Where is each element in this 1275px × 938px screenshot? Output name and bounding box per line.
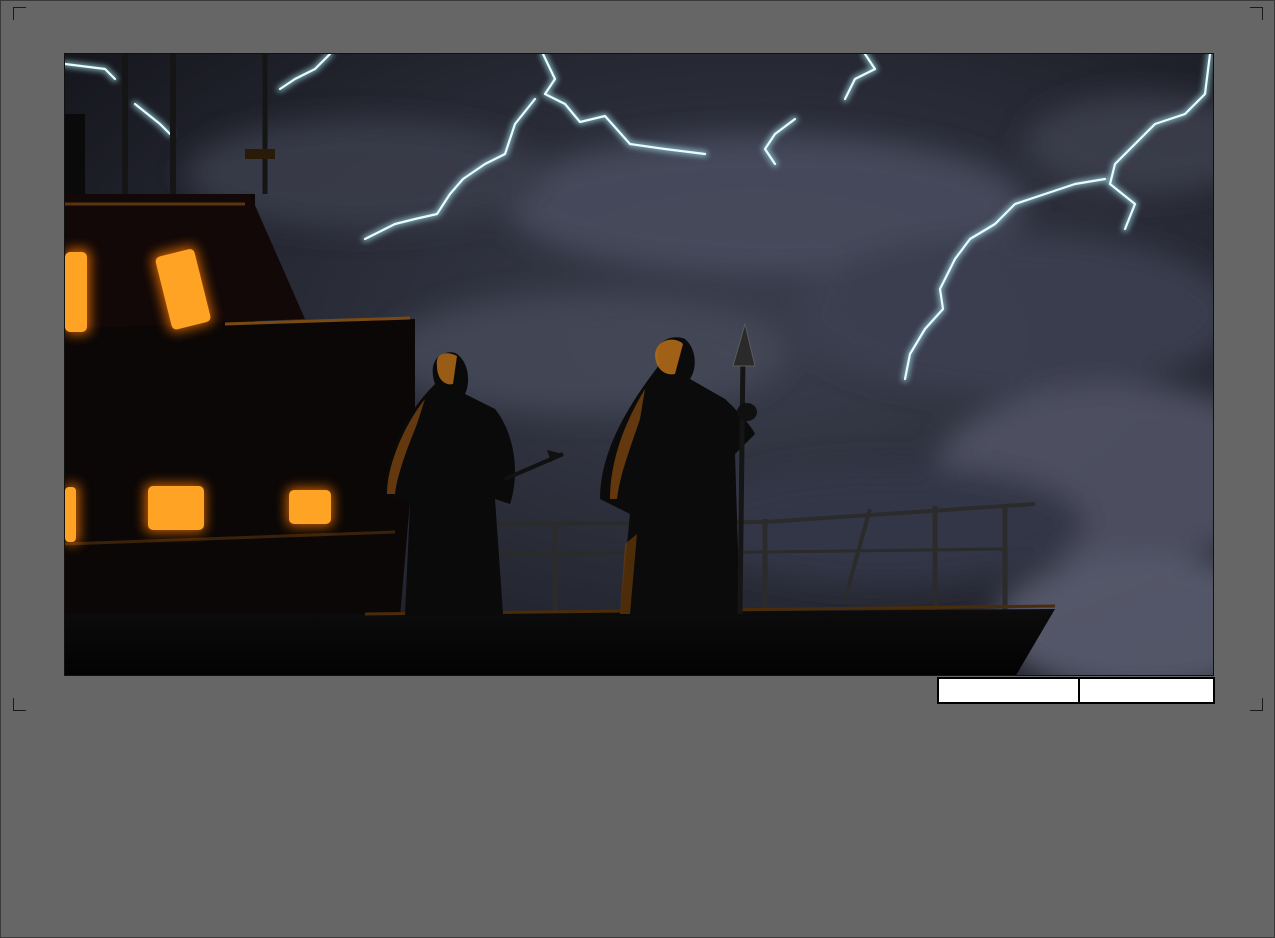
crop-mark-top-right	[1250, 7, 1263, 20]
scene-viewport[interactable]	[64, 53, 1214, 676]
crop-mark-bottom-right	[1250, 698, 1263, 711]
crop-mark-top-left	[13, 7, 26, 20]
storm-ship-scene	[65, 54, 1213, 675]
text-field-2[interactable]	[1080, 677, 1215, 704]
text-field-1[interactable]	[937, 677, 1080, 704]
crop-mark-bottom-left	[13, 698, 26, 711]
ship-deck	[65, 609, 1055, 675]
